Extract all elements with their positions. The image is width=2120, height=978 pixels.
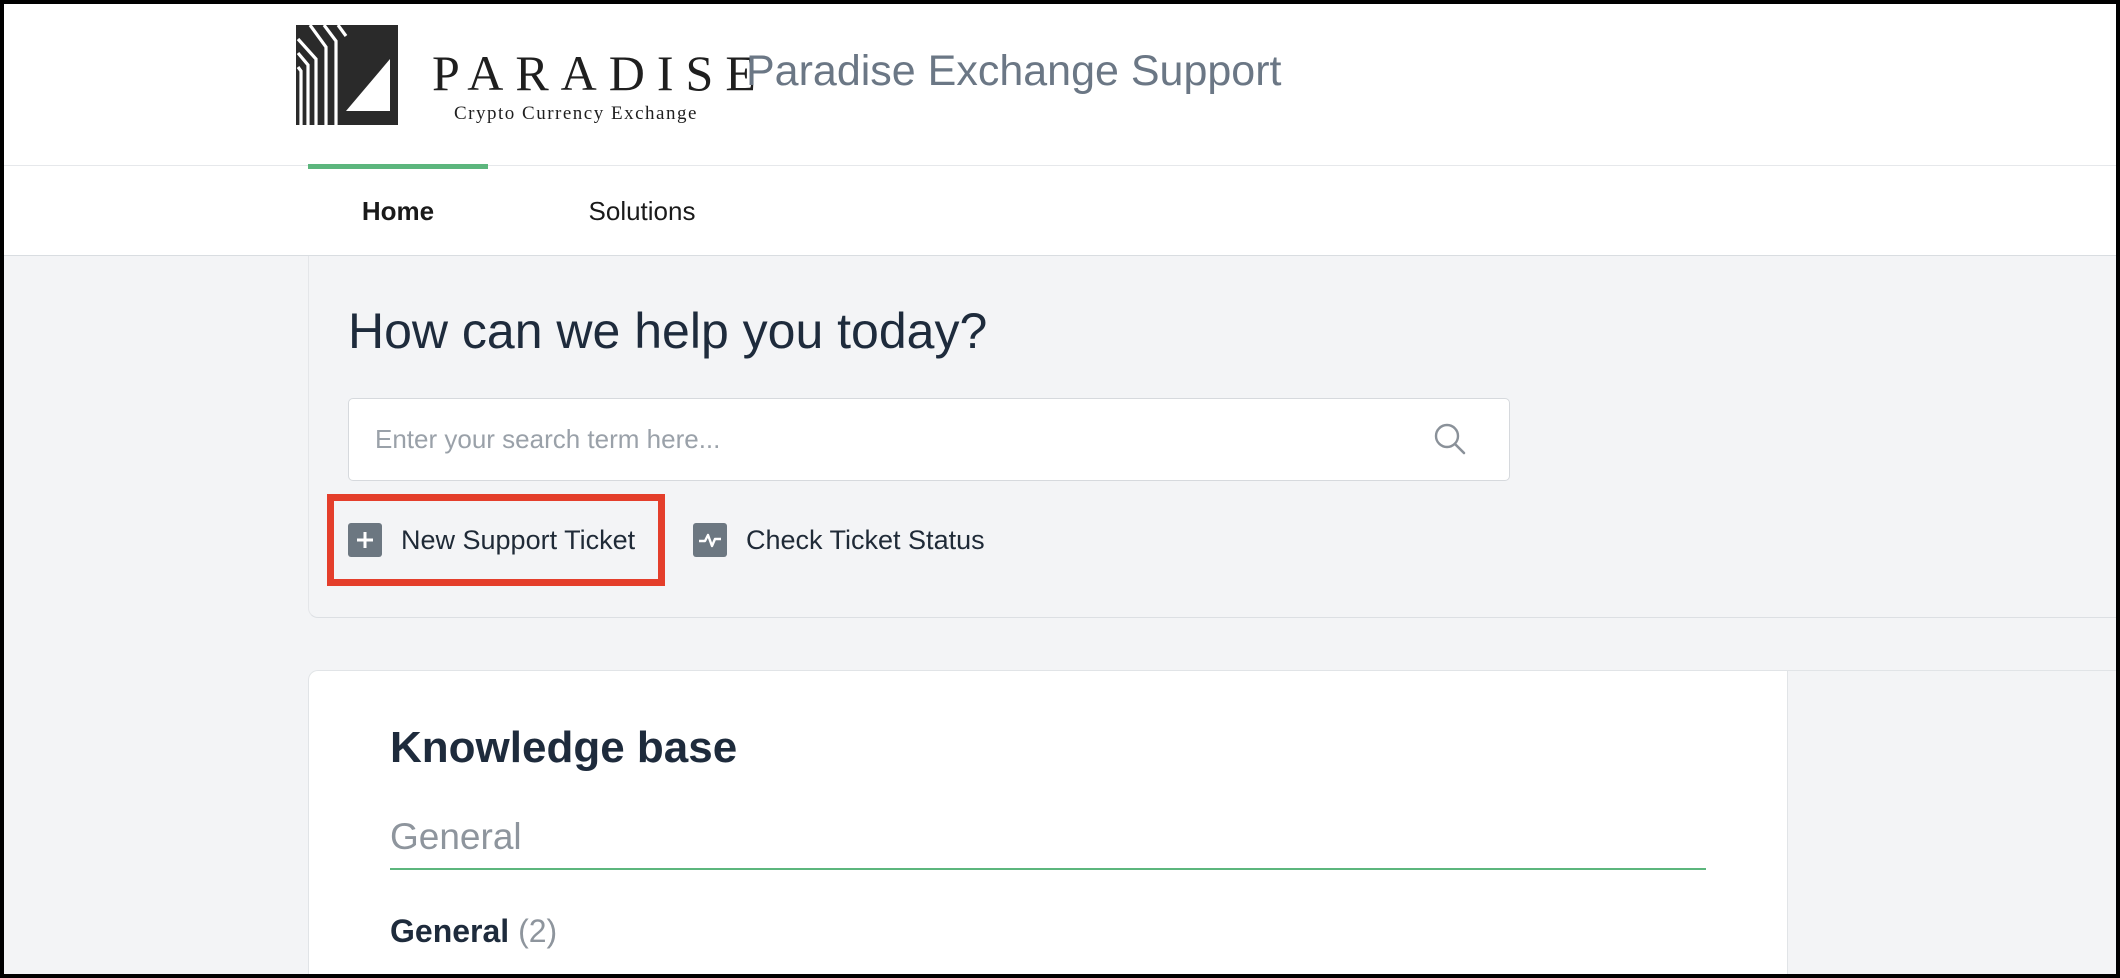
category-name: General	[390, 913, 510, 949]
site-title[interactable]: Paradise Exchange Support	[746, 50, 1281, 93]
search-input[interactable]	[375, 399, 1435, 480]
search-bar	[348, 398, 1510, 481]
tab-solutions[interactable]: Solutions	[552, 166, 732, 256]
tab-solutions-label: Solutions	[588, 195, 696, 226]
main-nav: Home Solutions	[4, 164, 2116, 256]
plus-icon	[348, 523, 382, 557]
logo-wordmark: PARADISE	[432, 45, 768, 101]
sidebar-panel	[1787, 670, 2117, 978]
category-count: (2)	[518, 913, 558, 949]
pulse-icon	[693, 523, 727, 557]
category-general[interactable]: General (2)	[390, 915, 557, 947]
check-ticket-status-button[interactable]: Check Ticket Status	[693, 523, 985, 557]
new-support-ticket-label: New Support Ticket	[401, 524, 636, 555]
tab-general[interactable]: General	[390, 818, 522, 855]
page-headline: How can we help you today?	[348, 303, 988, 359]
check-ticket-status-label: Check Ticket Status	[746, 524, 985, 555]
search-icon[interactable]	[1431, 420, 1471, 460]
site-header: PARADISE Crypto Currency Exchange Paradi…	[4, 4, 2116, 165]
knowledge-base-title: Knowledge base	[390, 723, 738, 772]
new-support-ticket-button[interactable]: New Support Ticket	[348, 523, 635, 557]
logo-tagline: Crypto Currency Exchange	[454, 103, 698, 124]
tab-underline	[390, 868, 1706, 870]
paradise-logo-icon[interactable]	[296, 25, 398, 125]
tab-home-label: Home	[361, 195, 435, 226]
tab-home[interactable]: Home	[308, 164, 488, 256]
